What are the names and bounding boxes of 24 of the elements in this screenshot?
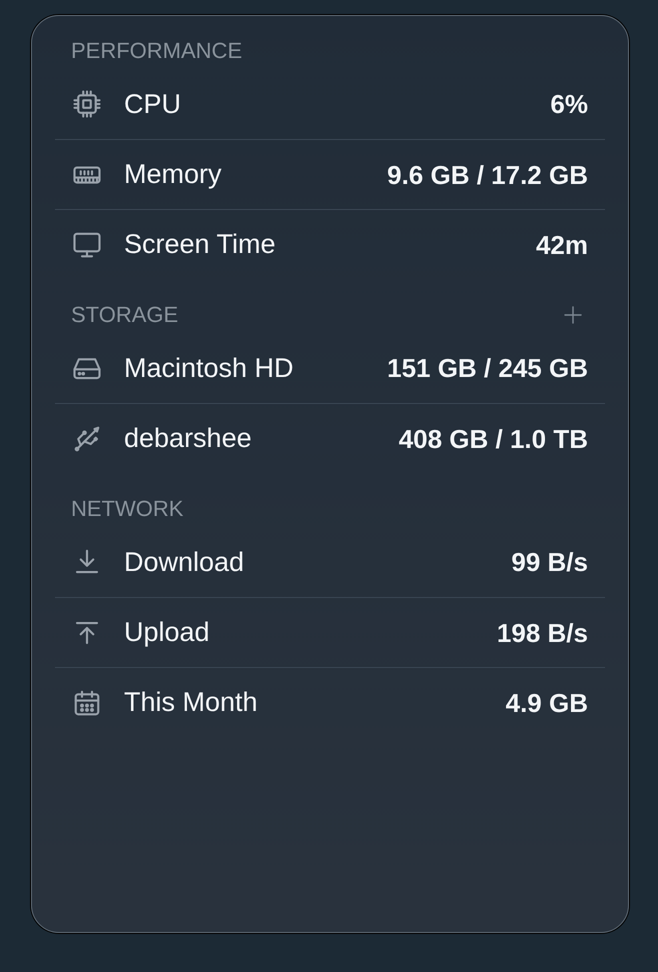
metric-value: 408 GB / 1.0 TB xyxy=(398,426,588,452)
metric-value: 151 GB / 245 GB xyxy=(387,355,588,381)
metric-value: 198 B/s xyxy=(496,620,588,646)
metric-value: 9.6 GB / 17.2 GB xyxy=(387,162,588,188)
section-header: PERFORMANCE xyxy=(71,40,242,62)
metric-value: 99 B/s xyxy=(511,549,588,575)
metric-label: Macintosh HD xyxy=(124,354,294,382)
metric-label: Screen Time xyxy=(124,231,276,258)
metric-label: debarshee xyxy=(124,425,252,452)
metric-label: Upload xyxy=(124,619,210,646)
metric-label: Memory xyxy=(124,161,222,188)
monitor-icon xyxy=(72,230,102,260)
section-header: NETWORK xyxy=(71,498,184,520)
add-button[interactable] xyxy=(563,305,583,325)
section-header: STORAGE xyxy=(71,304,178,326)
cpu-icon xyxy=(72,89,102,119)
metric-label: CPU xyxy=(124,90,182,118)
usb-icon xyxy=(72,424,102,454)
metric-value: 6% xyxy=(550,91,588,117)
metric-value: 4.9 GB xyxy=(506,690,588,716)
plus-icon xyxy=(564,306,582,324)
metric-label: This Month xyxy=(124,689,258,716)
metric-label: Download xyxy=(124,548,244,576)
metric-value: 42m xyxy=(536,232,588,258)
